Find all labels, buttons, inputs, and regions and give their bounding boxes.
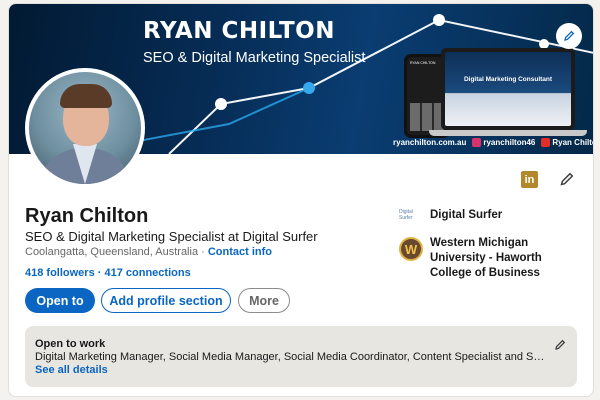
profile-name: Ryan Chilton xyxy=(25,205,149,227)
school-logo: W xyxy=(399,237,423,261)
profile-avatar[interactable] xyxy=(25,68,145,188)
profile-location: Coolangatta, Queensland, Australia xyxy=(25,246,199,258)
banner-laptop-mockup: Digital Marketing Consultant xyxy=(441,48,575,130)
banner-youtube: Ryan Chilton xyxy=(552,138,593,147)
open-to-work-roles: Digital Marketing Manager, Social Media … xyxy=(35,351,545,363)
profile-card: RYAN CHILTON SEO & Digital Marketing Spe… xyxy=(8,3,594,397)
edit-banner-button[interactable] xyxy=(556,23,582,49)
edit-profile-button[interactable] xyxy=(557,169,577,189)
instagram-icon xyxy=(472,138,482,148)
open-to-button[interactable]: Open to xyxy=(25,288,95,313)
phone-title: RYAN CHILTON xyxy=(410,61,436,65)
company-name: Digital Surfer xyxy=(430,209,503,221)
youtube-icon xyxy=(541,138,551,148)
network-separator: · xyxy=(97,267,102,279)
network-stats: 418 followers · 417 connections xyxy=(25,267,191,279)
connections-link[interactable]: 417 connections xyxy=(105,267,191,279)
location-separator: · xyxy=(201,246,205,258)
banner-instagram: ryanchilton46 xyxy=(483,138,536,147)
banner-social-links: ryanchilton.com.au ryanchilton46 Ryan Ch… xyxy=(393,138,593,148)
company-logo: Digital Surfer xyxy=(399,209,413,221)
school-name: Western Michigan University - Haworth Co… xyxy=(430,237,542,279)
contact-info-link[interactable]: Contact info xyxy=(208,246,272,258)
banner-subtitle: SEO & Digital Marketing Specialist xyxy=(143,50,366,66)
pencil-icon xyxy=(560,172,574,186)
more-button[interactable]: More xyxy=(238,288,290,313)
open-to-work-card[interactable]: Open to work Digital Marketing Manager, … xyxy=(25,326,577,387)
linkedin-badge-icon[interactable]: in xyxy=(521,171,538,188)
see-all-details-link[interactable]: See all details xyxy=(35,364,567,376)
education-school[interactable]: W Western Michigan University - Haworth … xyxy=(399,236,579,281)
pencil-icon xyxy=(564,30,575,41)
laptop-title: Digital Marketing Consultant xyxy=(463,76,553,83)
followers-link[interactable]: 418 followers xyxy=(25,267,95,279)
banner-name: RYAN CHILTON xyxy=(143,18,335,44)
profile-headline: SEO & Digital Marketing Specialist at Di… xyxy=(25,229,318,244)
pencil-icon xyxy=(555,339,566,350)
current-company[interactable]: Digital Surfer Digital Surfer xyxy=(399,209,502,221)
profile-location-line: Coolangatta, Queensland, Australia · Con… xyxy=(25,246,272,258)
banner-website: ryanchilton.com.au xyxy=(393,138,467,148)
add-profile-section-button[interactable]: Add profile section xyxy=(101,288,231,313)
edit-open-to-work-button[interactable] xyxy=(553,338,567,352)
open-to-work-title: Open to work xyxy=(35,338,106,350)
